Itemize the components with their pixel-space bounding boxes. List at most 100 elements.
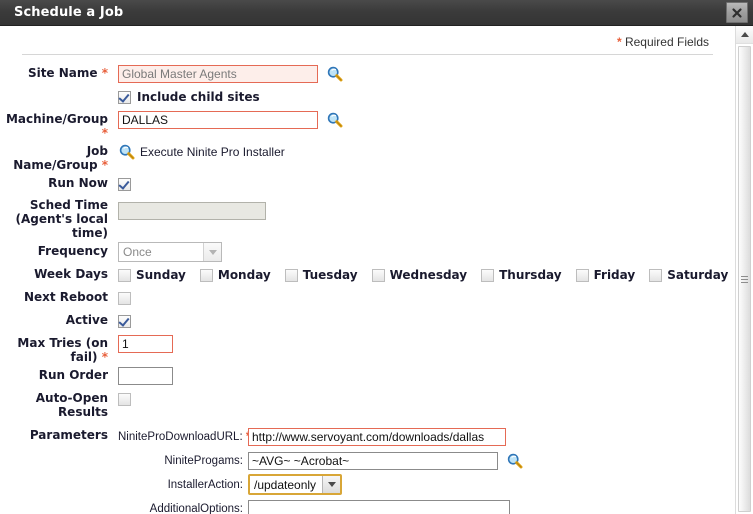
installer-action-label: InstallerAction: — [167, 478, 243, 491]
schedule-job-form: Site Name * Global Master Agents Include… — [0, 55, 735, 514]
weekday-sunday-label: Sunday — [136, 268, 186, 282]
form-scroll-area: * Required Fields Site Name * Global Mas… — [0, 26, 735, 514]
sched-time-label-line1: Sched Time — [29, 198, 108, 212]
machine-group-label: Machine/Group * — [0, 109, 118, 140]
installer-action-chevron-down-icon — [322, 476, 341, 493]
row-parameters: Parameters NiniteProDownloadURL: * — [0, 425, 735, 514]
job-name-group-field-group: Execute Ninite Pro Installer — [118, 141, 735, 162]
run-now-field-group — [118, 173, 735, 194]
weekday-saturday[interactable]: Saturday — [649, 268, 728, 282]
dialog-titlebar: Schedule a Job — [0, 0, 753, 26]
param-row-installer-action: InstallerAction: /updateonly — [118, 474, 524, 495]
weekday-tuesday[interactable]: Tuesday — [284, 268, 358, 282]
machine-group-search-icon[interactable] — [326, 111, 344, 129]
required-star: * — [616, 35, 622, 49]
ninite-programs-search-icon[interactable] — [506, 452, 524, 470]
param-row-additional-options: AdditionalOptions: — [118, 498, 524, 514]
include-child-sites-checkbox[interactable] — [118, 90, 131, 104]
weekday-sunday[interactable]: Sunday — [118, 268, 186, 282]
sched-time-label: Sched Time (Agent's local time) — [0, 196, 118, 240]
schedule-a-job-dialog: Schedule a Job * Required Fields Site Na… — [0, 0, 753, 514]
machine-group-input[interactable] — [118, 111, 318, 129]
additional-options-input[interactable] — [248, 499, 510, 514]
weekday-thursday-label: Thursday — [499, 268, 562, 282]
required-fields-label: Required Fields — [624, 35, 709, 49]
include-child-sites-checkbox-wrap[interactable]: Include child sites — [118, 90, 260, 104]
weekday-friday-label: Friday — [593, 268, 636, 282]
job-name-group-required-star: * — [101, 158, 108, 172]
max-tries-field-group — [118, 333, 735, 354]
close-button[interactable] — [726, 2, 748, 23]
row-sched-time: Sched Time (Agent's local time) — [0, 196, 735, 240]
weekday-saturday-checkbox[interactable] — [649, 268, 663, 282]
close-icon — [732, 7, 742, 18]
job-name-group-label: Job Name/Group * — [0, 141, 118, 172]
ninite-pro-download-url-input[interactable] — [248, 427, 506, 446]
site-name-required-star: * — [101, 66, 108, 80]
site-name-field-group — [118, 63, 735, 84]
machine-group-label-text: Machine/Group — [5, 112, 108, 126]
next-reboot-label: Next Reboot — [23, 290, 108, 304]
auto-open-results-checkbox[interactable] — [118, 392, 131, 406]
site-name-label-text: Site Name — [27, 66, 98, 80]
weekday-thursday-checkbox[interactable] — [481, 268, 495, 282]
active-label: Active — [65, 313, 108, 327]
weekday-friday[interactable]: Friday — [575, 268, 636, 282]
scrollbar-track[interactable] — [736, 44, 753, 514]
weekday-monday-checkbox[interactable] — [199, 268, 213, 282]
scroll-up-button[interactable] — [736, 26, 753, 44]
active-checkbox[interactable] — [118, 314, 131, 328]
weekday-wednesday[interactable]: Wednesday — [371, 268, 467, 282]
weekday-tuesday-label: Tuesday — [302, 268, 358, 282]
run-now-checkbox[interactable] — [118, 177, 131, 191]
max-tries-label-text: Max Tries (on fail) — [17, 336, 108, 364]
include-child-sites-spacer — [0, 86, 118, 89]
job-name-group-label-text: Job Name/Group — [13, 144, 108, 172]
row-run-order: Run Order — [0, 365, 735, 387]
param-row-ninite-pro-download-url: NiniteProDownloadURL: * — [118, 426, 524, 447]
sched-time-input[interactable] — [118, 202, 266, 220]
run-order-field-group — [118, 365, 735, 386]
weekday-friday-checkbox[interactable] — [575, 268, 589, 282]
ninite-programs-input[interactable] — [248, 451, 498, 470]
weekday-saturday-label: Saturday — [667, 268, 729, 282]
row-auto-open-results: Auto-Open Results — [0, 388, 735, 419]
row-week-days: Week Days Sunday Monday Tuesday Wednesda… — [0, 264, 735, 286]
next-reboot-checkbox[interactable] — [118, 291, 131, 305]
required-fields-note: * Required Fields — [0, 26, 735, 49]
installer-action-select[interactable]: /updateonly — [248, 474, 343, 495]
scrollbar-thumb[interactable] — [738, 46, 751, 512]
sched-time-field-group — [118, 196, 735, 221]
scroll-up-arrow-icon — [740, 32, 749, 37]
job-name-group-search-icon[interactable] — [118, 143, 136, 161]
weekday-checkbox-group: Sunday Monday Tuesday Wednesday Thursday… — [118, 268, 735, 282]
site-name-label: Site Name * — [0, 63, 118, 80]
max-tries-label: Max Tries (on fail) * — [0, 333, 118, 364]
frequency-select[interactable]: Once — [118, 242, 222, 262]
max-tries-input[interactable] — [118, 335, 173, 353]
run-order-input[interactable] — [118, 367, 173, 385]
weekday-tuesday-checkbox[interactable] — [284, 268, 298, 282]
row-machine-group: Machine/Group * — [0, 109, 735, 140]
vertical-scrollbar[interactable] — [735, 26, 753, 514]
frequency-field-group: Once — [118, 241, 735, 262]
additional-options-label: AdditionalOptions: — [149, 502, 243, 514]
dialog-body: * Required Fields Site Name * Global Mas… — [0, 26, 753, 514]
weekday-wednesday-checkbox[interactable] — [371, 268, 385, 282]
site-name-input[interactable] — [118, 65, 318, 83]
machine-group-field-group — [118, 109, 735, 130]
weekday-monday[interactable]: Monday — [199, 268, 271, 282]
parameters-list: NiniteProDownloadURL: * NiniteProgams: — [118, 426, 524, 514]
frequency-selected-value: Once — [119, 243, 203, 261]
weekday-thursday[interactable]: Thursday — [481, 268, 562, 282]
weekday-monday-label: Monday — [217, 268, 271, 282]
weekday-sunday-checkbox[interactable] — [118, 268, 131, 282]
frequency-label: Frequency — [37, 244, 108, 258]
installer-action-selected-value: /updateonly — [250, 476, 323, 493]
active-field-group — [118, 310, 735, 331]
scrollbar-grip-icon — [741, 274, 748, 285]
dialog-title: Schedule a Job — [14, 5, 124, 20]
row-include-child-sites: Include child sites — [0, 86, 735, 108]
row-site-name: Site Name * — [0, 63, 735, 85]
site-name-search-icon[interactable] — [326, 65, 344, 83]
